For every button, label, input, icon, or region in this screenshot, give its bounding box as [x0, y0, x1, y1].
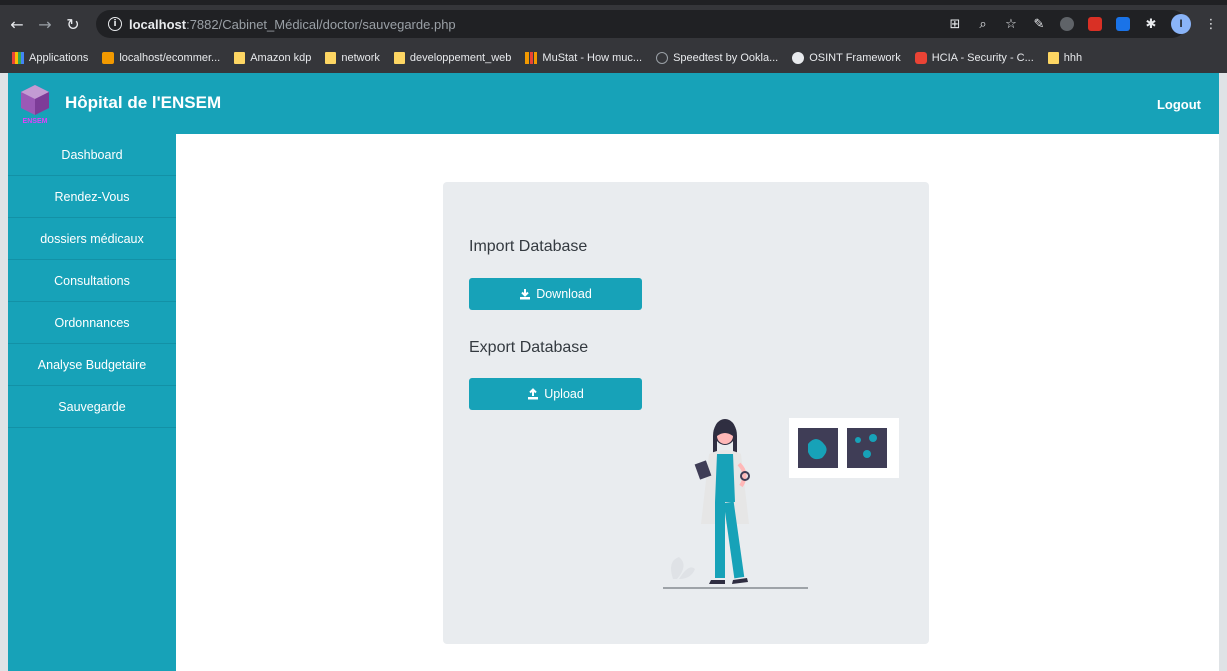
chart-favicon-icon	[525, 52, 538, 64]
bookmark-label: Amazon kdp	[250, 52, 312, 64]
browser-toolbar: ← → ↻ i localhost:7882/Cabinet_Médical/d…	[0, 5, 1227, 43]
bookmark-developpement-web[interactable]: developpement_web	[393, 52, 512, 64]
sidebar-item-dossiers-medicaux[interactable]: dossiers médicaux	[8, 218, 176, 260]
youtube-icon	[914, 52, 927, 64]
extension-grey-icon[interactable]	[1059, 16, 1075, 32]
bookmark-label: Speedtest by Ookla...	[673, 52, 779, 64]
bookmark-amazon-kdp[interactable]: Amazon kdp	[234, 52, 311, 64]
hospital-logo-icon[interactable]: ENSEM	[18, 83, 52, 125]
window-edge-right	[1219, 73, 1227, 671]
bookmark-applications[interactable]: Applications	[12, 52, 88, 64]
bookmark-hhh[interactable]: hhh	[1047, 52, 1083, 64]
bookmarks-bar: Applications localhost/ecommer... Amazon…	[0, 43, 1227, 73]
url-host: localhost	[129, 16, 187, 32]
apps-icon	[12, 52, 24, 64]
bookmark-label: MuStat - How muc...	[542, 52, 643, 64]
logout-link[interactable]: Logout	[1157, 97, 1201, 112]
reload-icon[interactable]: ↻	[62, 13, 84, 35]
profile-avatar[interactable]: I	[1171, 14, 1191, 34]
bookmark-star-icon[interactable]: ☆	[1003, 16, 1019, 32]
menu-kebab-icon[interactable]: ⋮	[1203, 16, 1219, 32]
window-edge-left	[0, 73, 8, 671]
backup-card: Import Database Download Export Database…	[443, 182, 929, 644]
folder-icon	[234, 52, 246, 64]
site-favicon-icon	[102, 52, 115, 64]
upload-label: Upload	[544, 387, 584, 401]
puzzle-extensions-icon[interactable]: ✱	[1143, 16, 1159, 32]
bookmark-label: OSINT Framework	[809, 52, 901, 64]
translate-icon[interactable]: ⊞	[947, 16, 963, 32]
sidebar-item-ordonnances[interactable]: Ordonnances	[8, 302, 176, 344]
bookmark-label: developpement_web	[409, 52, 512, 64]
sidebar-item-analyse-budgetaire[interactable]: Analyse Budgetaire	[8, 344, 176, 386]
sidebar-item-rendez-vous[interactable]: Rendez-Vous	[8, 176, 176, 218]
bookmark-label: HCIA - Security - C...	[931, 52, 1034, 64]
sidebar-item-sauvegarde[interactable]: Sauvegarde	[8, 386, 176, 428]
download-icon	[520, 289, 531, 300]
speedtest-icon	[656, 52, 669, 64]
site-info-icon[interactable]: i	[108, 17, 122, 31]
bookmark-osint[interactable]: OSINT Framework	[792, 52, 901, 64]
bookmark-label: Applications	[29, 52, 89, 64]
download-button[interactable]: Download	[469, 278, 642, 310]
bookmark-mustat[interactable]: MuStat - How muc...	[525, 52, 642, 64]
doctor-xray-illustration	[663, 418, 899, 589]
folder-icon	[325, 52, 337, 64]
upload-button[interactable]: Upload	[469, 378, 642, 410]
folder-icon	[393, 52, 405, 64]
app-header: ENSEM Hôpital de l'ENSEM Logout	[8, 73, 1227, 134]
forward-arrow-icon[interactable]: →	[34, 13, 56, 35]
extension-red-icon[interactable]	[1087, 16, 1103, 32]
import-database-title: Import Database	[469, 238, 588, 255]
brand-title[interactable]: Hôpital de l'ENSEM	[65, 93, 221, 113]
bookmark-network[interactable]: network	[325, 52, 380, 64]
pen-extension-icon[interactable]: ✎	[1031, 16, 1047, 32]
export-database-title: Export Database	[469, 339, 589, 356]
globe-icon	[792, 52, 805, 64]
sidebar: Dashboard Rendez-Vous dossiers médicaux …	[8, 134, 176, 671]
bookmark-hcia[interactable]: HCIA - Security - C...	[914, 52, 1034, 64]
zoom-icon[interactable]: ⌕	[975, 16, 991, 32]
sidebar-item-consultations[interactable]: Consultations	[8, 260, 176, 302]
download-label: Download	[536, 287, 592, 301]
browser-extensions: ⊞ ⌕ ☆ ✎ ✱ I ⋮	[947, 5, 1219, 43]
bookmark-label: localhost/ecommer...	[119, 52, 221, 64]
bookmark-localhost[interactable]: localhost/ecommer...	[102, 52, 220, 64]
download-extension-icon[interactable]	[1115, 16, 1131, 32]
url-path: :7882/Cabinet_Médical/doctor/sauvegarde.…	[186, 16, 456, 32]
folder-icon	[1047, 52, 1059, 64]
bookmark-label: hhh	[1063, 52, 1083, 64]
bookmark-speedtest[interactable]: Speedtest by Ookla...	[656, 52, 778, 64]
back-arrow-icon[interactable]: ←	[6, 13, 28, 35]
bookmark-label: network	[341, 52, 380, 64]
upload-icon	[528, 388, 539, 400]
sidebar-item-dashboard[interactable]: Dashboard	[8, 134, 176, 176]
logo-text: ENSEM	[23, 118, 48, 125]
